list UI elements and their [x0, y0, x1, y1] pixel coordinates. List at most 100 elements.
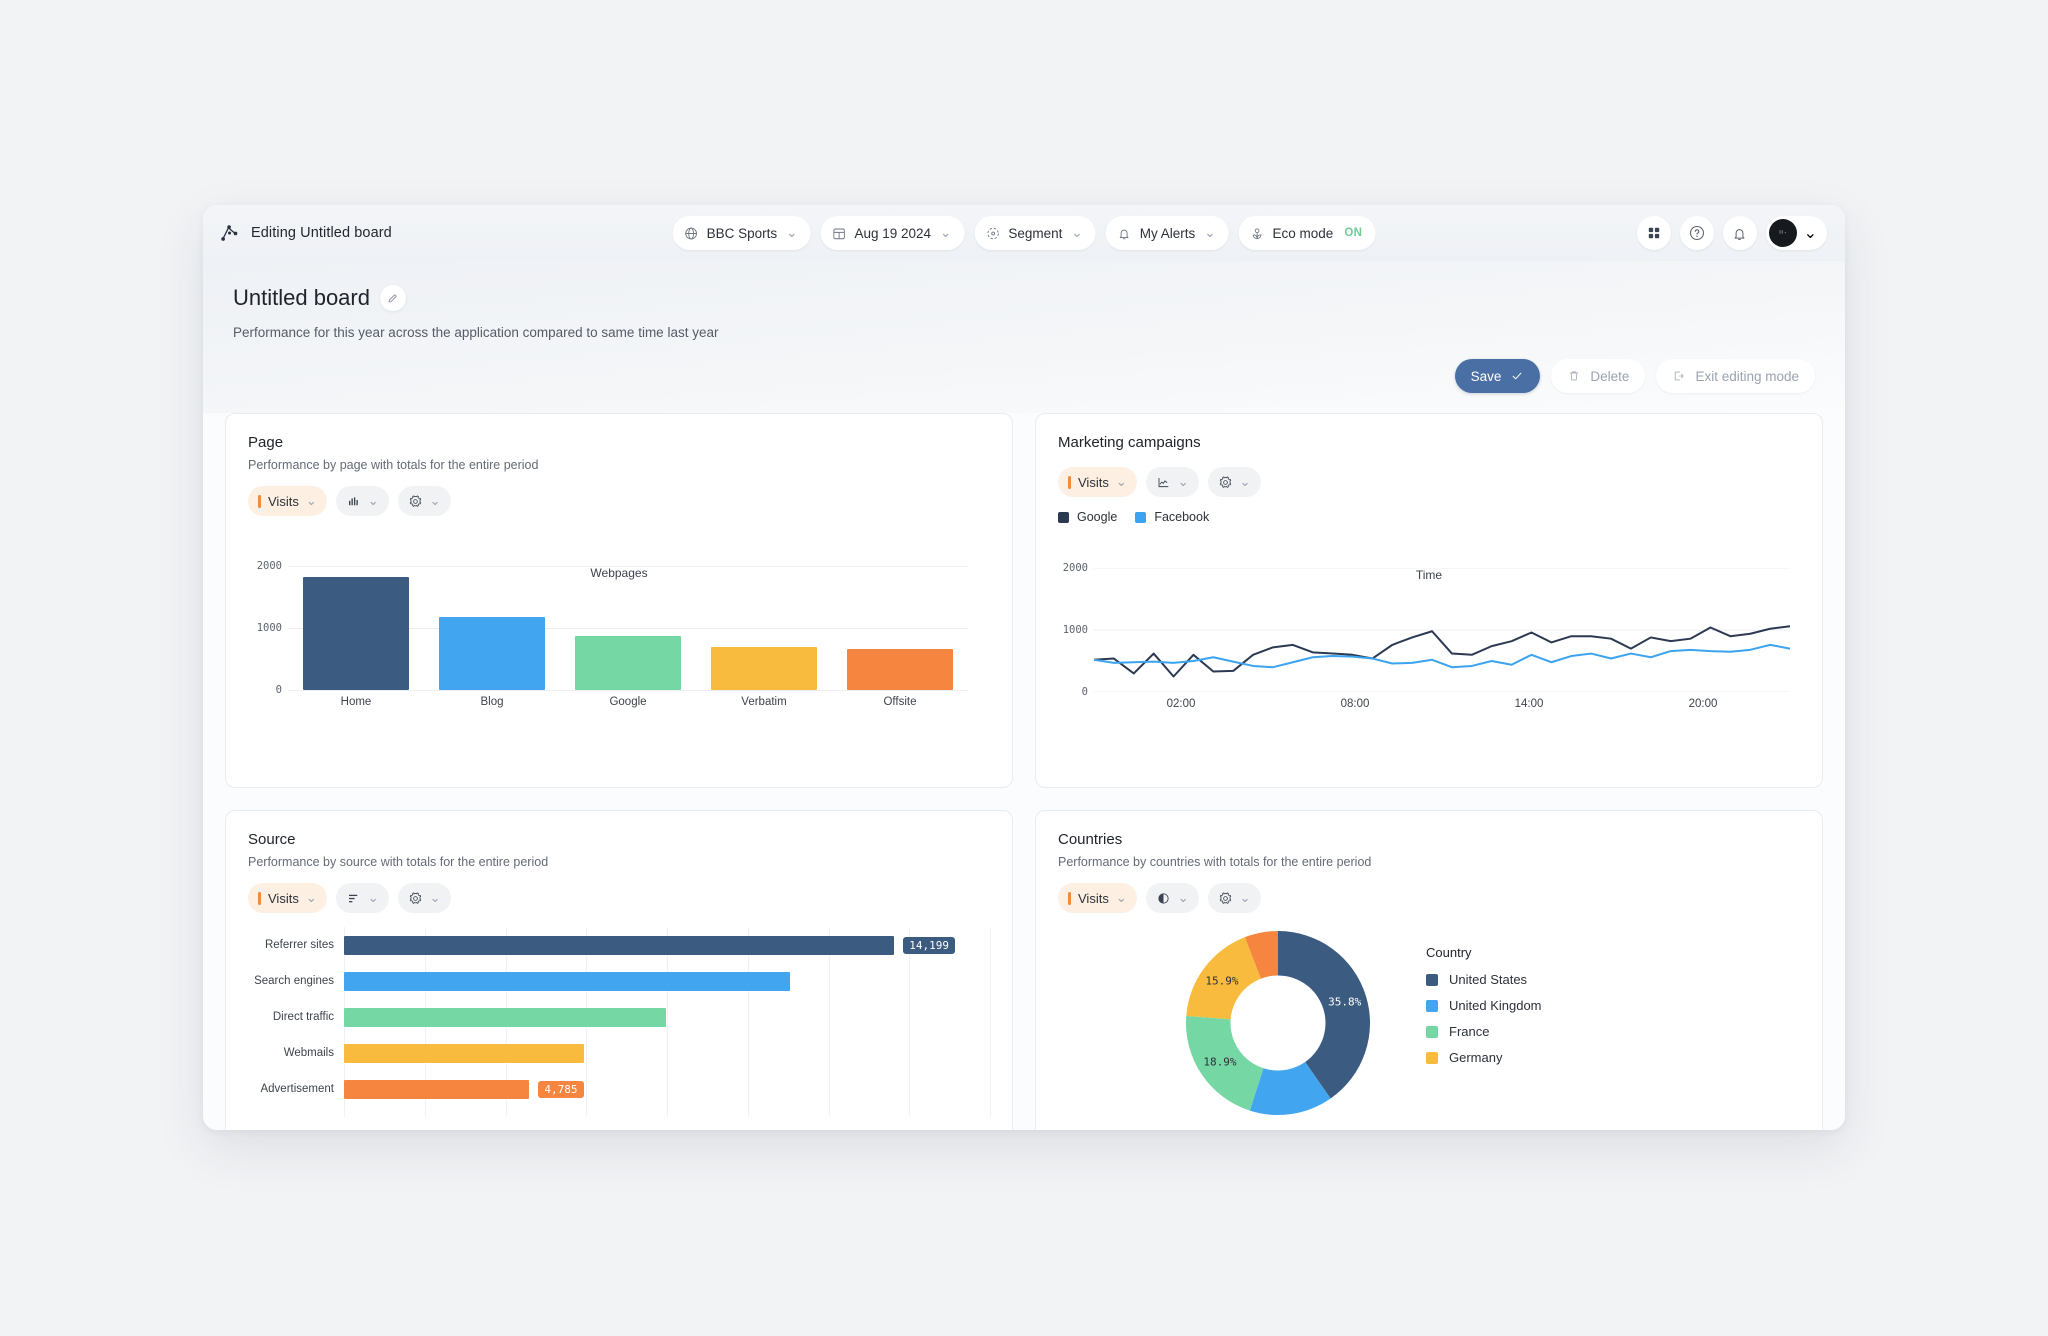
segment-selector-label: Segment — [1008, 225, 1063, 241]
metric-selector-countries[interactable]: Visits ⌄ — [1058, 883, 1137, 913]
site-selector-label: BBC Sports — [706, 225, 778, 241]
card-countries-controls: Visits ⌄ ⌄ ⌄ — [1058, 883, 1800, 913]
page-chart-plot — [288, 566, 968, 691]
table-row: Search engines — [248, 963, 964, 999]
exit-editing-button[interactable]: Exit editing mode — [1656, 359, 1815, 393]
help-circle-icon[interactable] — [1679, 216, 1714, 250]
eco-mode-toggle[interactable]: Eco mode ON — [1238, 216, 1376, 250]
bar[interactable] — [438, 616, 546, 690]
header-pill-group: BBC Sports ⌄ Aug 19 2024 ⌄ Segment ⌄ My … — [672, 216, 1376, 250]
legend-item[interactable]: France — [1426, 1024, 1542, 1039]
bar[interactable] — [344, 971, 790, 991]
metric-selector-source[interactable]: Visits ⌄ — [248, 883, 327, 913]
legend-item[interactable]: Germany — [1426, 1050, 1542, 1065]
legend-swatch — [1058, 511, 1069, 523]
date-selector-pill[interactable]: Aug 19 2024 ⌄ — [820, 216, 965, 250]
pencil-icon — [389, 293, 398, 302]
board-actions: Save Delete Exit editing mode — [1454, 359, 1815, 393]
apps-grid-icon[interactable] — [1636, 216, 1671, 250]
chevron-down-icon: ⌄ — [1204, 225, 1216, 240]
bar[interactable] — [344, 935, 895, 955]
card-source-title: Source — [248, 831, 296, 848]
line-series[interactable] — [1094, 645, 1790, 667]
gridline — [990, 927, 991, 1117]
user-menu[interactable]: ⌄ — [1765, 216, 1827, 250]
bar[interactable] — [710, 646, 818, 690]
leaf-icon — [1252, 227, 1262, 239]
chart-type-selector-countries[interactable]: ⌄ — [1145, 883, 1199, 913]
table-row: Advertisement 4,785 — [248, 1071, 964, 1107]
chart-type-selector-marketing[interactable]: ⌄ — [1145, 467, 1199, 497]
line-series[interactable] — [1094, 626, 1790, 676]
bar[interactable] — [846, 649, 954, 690]
chevron-down-icon: ⌄ — [305, 890, 317, 905]
metric-selector-source-label: Visits — [268, 890, 299, 906]
bar[interactable] — [344, 1007, 666, 1027]
card-marketing: Marketing campaigns Visits ⌄ ⌄ ⌄ Google … — [1035, 413, 1823, 788]
bar-value-label: 4,785 — [538, 1080, 584, 1098]
notification-bell-icon[interactable] — [1722, 216, 1757, 250]
metric-selector-marketing[interactable]: Visits ⌄ — [1058, 467, 1137, 497]
settings-selector-page[interactable]: ⌄ — [397, 486, 451, 516]
pie-slice-label: 35.8% — [1328, 995, 1362, 1009]
alerts-selector-pill[interactable]: My Alerts ⌄ — [1105, 216, 1229, 250]
bar[interactable] — [574, 636, 682, 690]
x-tick: Google — [609, 696, 647, 708]
legend-item[interactable]: United States — [1426, 972, 1542, 987]
y-tick: 0 — [1081, 686, 1088, 698]
analytics-logo-icon — [221, 225, 238, 241]
metric-selector-page-label: Visits — [268, 493, 299, 509]
bar-label: Webmails — [283, 1047, 334, 1059]
bar[interactable] — [344, 1043, 585, 1063]
bar-chart-icon — [348, 496, 358, 505]
chevron-down-icon: ⌄ — [1071, 225, 1083, 240]
legend-label: United States — [1449, 972, 1528, 987]
chevron-down-icon: ⌄ — [786, 225, 798, 240]
settings-selector-marketing[interactable]: ⌄ — [1207, 467, 1261, 497]
gridline — [288, 690, 968, 691]
board-grid: Page Performance by page with totals for… — [203, 413, 1845, 1130]
site-selector-pill[interactable]: BBC Sports ⌄ — [672, 216, 811, 250]
metric-selector-countries-label: Visits — [1078, 890, 1109, 906]
alerts-selector-label: My Alerts — [1139, 225, 1196, 241]
legend-item[interactable]: Google — [1058, 510, 1117, 524]
bar[interactable] — [344, 1079, 530, 1099]
y-tick: 0 — [275, 684, 282, 696]
marketing-chart-plot — [1094, 568, 1790, 692]
settings-selector-source[interactable]: ⌄ — [397, 883, 451, 913]
chart-type-selector-source[interactable]: ⌄ — [335, 883, 389, 913]
x-tick: Home — [340, 696, 372, 708]
chart-type-selector-page[interactable]: ⌄ — [335, 486, 389, 516]
exit-arrow-icon — [1675, 371, 1685, 381]
chevron-down-icon: ⌄ — [305, 493, 317, 508]
marketing-chart-legend: Google Facebook — [1058, 510, 1800, 524]
bar-label: Direct traffic — [272, 1011, 334, 1023]
y-tick: 1000 — [1062, 624, 1088, 636]
segment-selector-pill[interactable]: Segment ⌄ — [974, 216, 1096, 250]
legend-swatch — [1426, 1051, 1438, 1064]
metric-selector-page[interactable]: Visits ⌄ — [248, 486, 327, 516]
table-row: Direct traffic — [248, 999, 964, 1035]
edit-title-button[interactable] — [379, 285, 406, 311]
save-button[interactable]: Save — [1454, 359, 1541, 393]
legend-swatch — [1426, 973, 1438, 986]
bell-icon — [1119, 229, 1129, 239]
eco-mode-label: Eco mode — [1272, 225, 1334, 241]
card-marketing-title: Marketing campaigns — [1058, 434, 1201, 451]
window-title: Editing Untitled board — [251, 225, 392, 241]
bar[interactable] — [302, 577, 410, 690]
x-tick: Offsite — [883, 696, 917, 708]
y-tick: 2000 — [256, 560, 282, 572]
legend-swatch — [1135, 511, 1147, 523]
bar-track — [344, 999, 964, 1035]
page-chart-x-axis: Home Blog Google Verbatim Offsite — [288, 696, 968, 708]
card-source: Source Performance by source with totals… — [225, 810, 1013, 1130]
bar-track: 4,785 — [344, 1071, 964, 1107]
bar-track — [344, 1035, 964, 1071]
legend-item[interactable]: Facebook — [1135, 510, 1209, 524]
legend-item[interactable]: United Kingdom — [1426, 998, 1542, 1013]
delete-button[interactable]: Delete — [1551, 359, 1646, 393]
settings-selector-countries[interactable]: ⌄ — [1207, 883, 1261, 913]
marketing-chart-x-axis: 02:00 08:00 14:00 20:00 — [1094, 698, 1790, 710]
pie-slice-label: 15.9% — [1205, 974, 1239, 988]
